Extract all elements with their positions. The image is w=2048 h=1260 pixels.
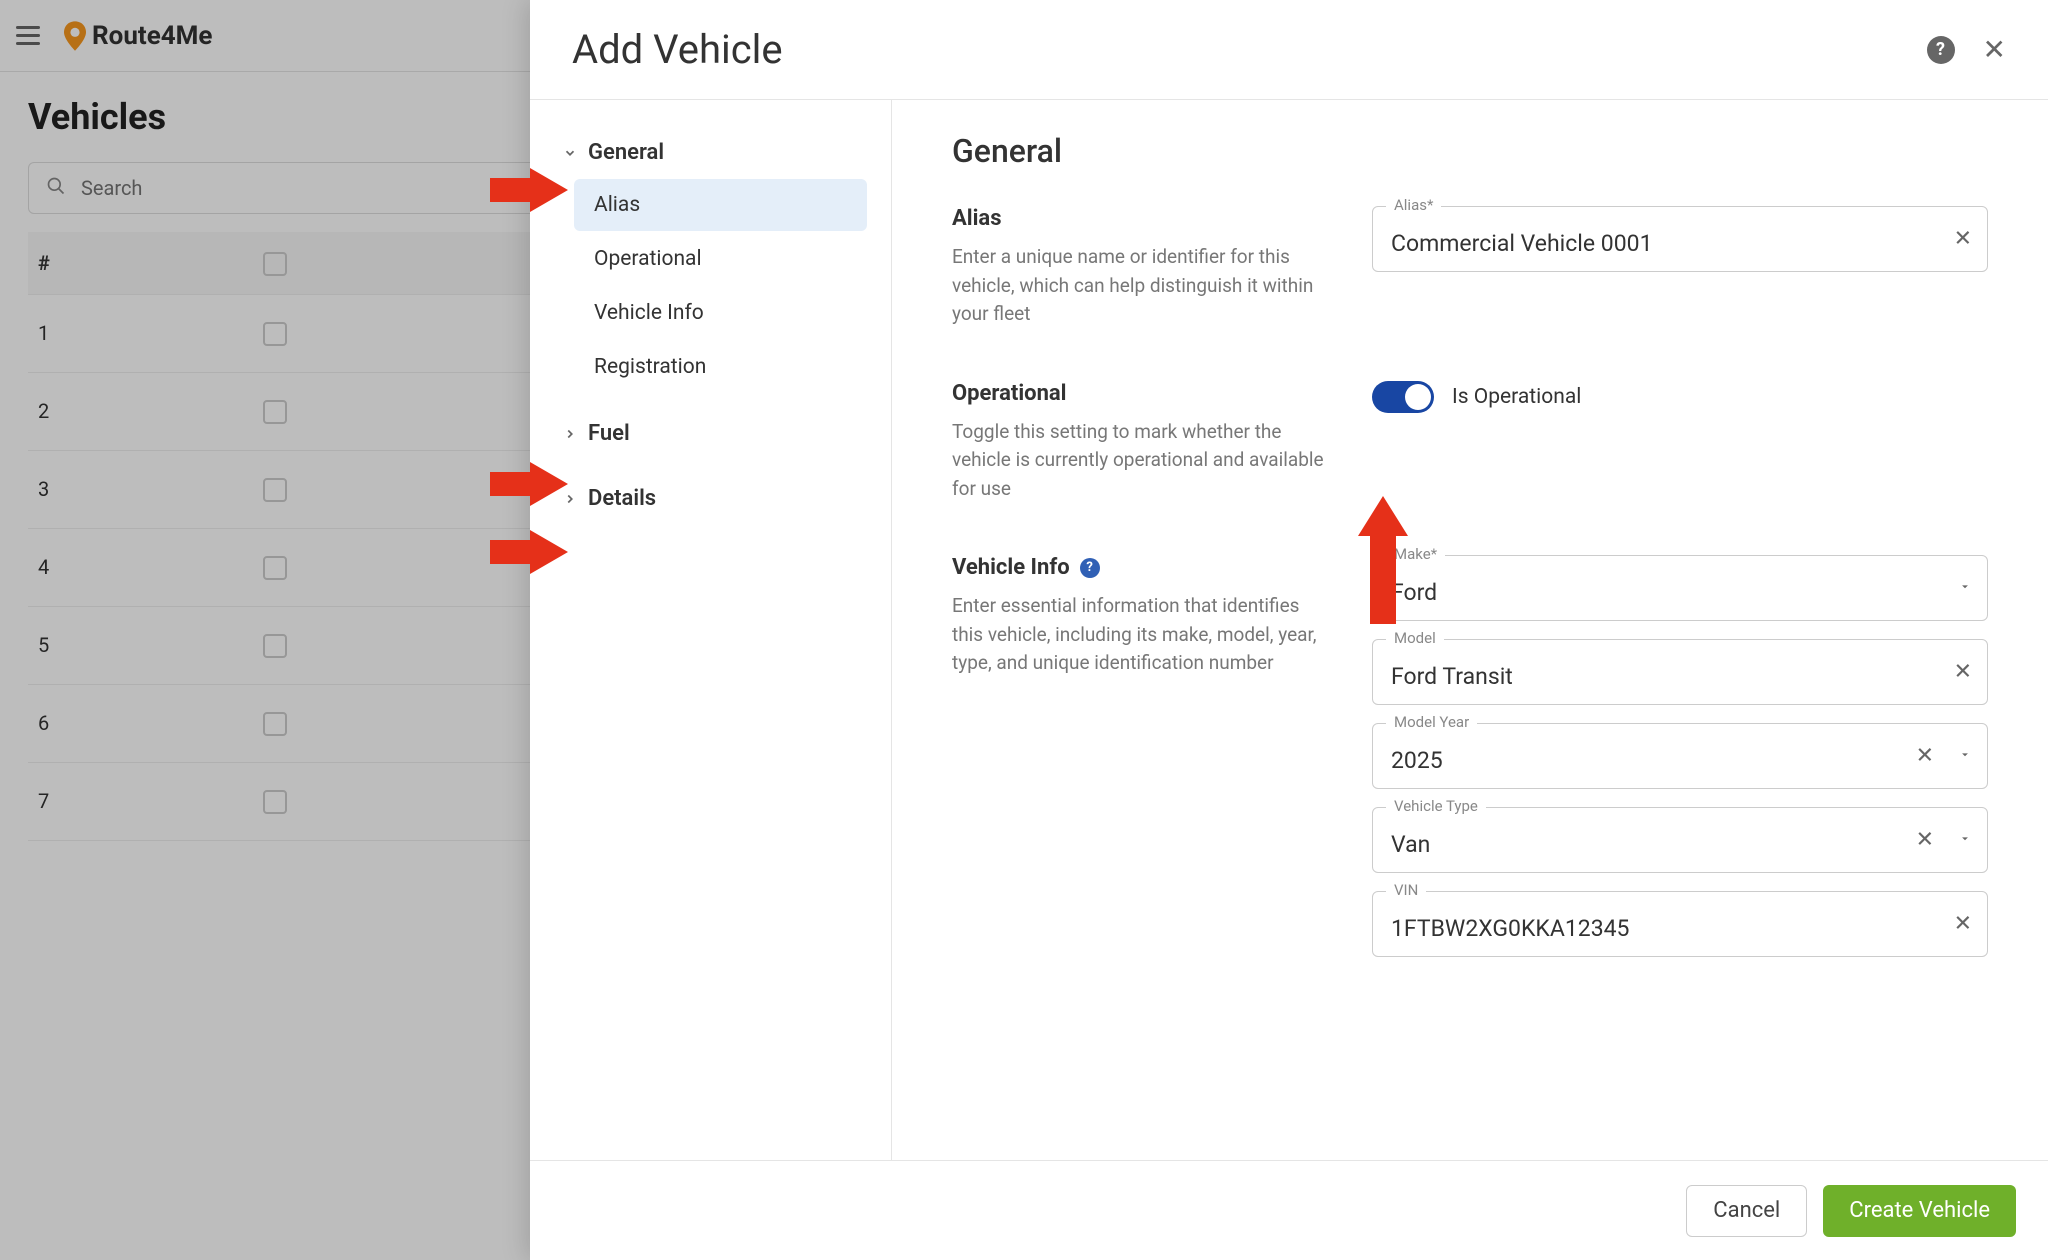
vehicle-info-heading: Vehicle Info ? bbox=[952, 555, 1332, 580]
sidebar-item-registration[interactable]: Registration bbox=[574, 341, 867, 393]
chevron-right-icon bbox=[562, 426, 578, 442]
clear-icon[interactable]: ✕ bbox=[1916, 744, 1934, 769]
annotation-arrow-icon bbox=[490, 530, 568, 574]
model-input[interactable] bbox=[1372, 639, 1988, 705]
sidebar-section-fuel[interactable]: Fuel bbox=[554, 409, 867, 458]
clear-icon[interactable]: ✕ bbox=[1954, 660, 1972, 685]
year-select[interactable]: 2025 bbox=[1372, 723, 1988, 789]
operational-heading: Operational bbox=[952, 381, 1332, 406]
alias-desc: Enter a unique name or identifier for th… bbox=[952, 243, 1332, 329]
type-label: Vehicle Type bbox=[1386, 797, 1486, 815]
model-label: Model bbox=[1386, 629, 1444, 647]
chevron-down-icon bbox=[1958, 831, 1972, 850]
sidebar-section-details[interactable]: Details bbox=[554, 474, 867, 523]
chevron-down-icon bbox=[562, 145, 578, 161]
operational-toggle[interactable] bbox=[1372, 381, 1434, 413]
annotation-arrow-icon bbox=[1358, 496, 1408, 624]
clear-icon[interactable]: ✕ bbox=[1916, 828, 1934, 853]
modal-main: General Alias Enter a unique name or ide… bbox=[892, 100, 2048, 1160]
modal-header: Add Vehicle ? ✕ bbox=[530, 0, 2048, 100]
annotation-arrow-icon bbox=[490, 168, 568, 212]
operational-desc: Toggle this setting to mark whether the … bbox=[952, 418, 1332, 504]
close-icon[interactable]: ✕ bbox=[1983, 33, 2006, 66]
chevron-down-icon bbox=[1958, 747, 1972, 766]
add-vehicle-modal: Add Vehicle ? ✕ General Alias Operationa… bbox=[530, 0, 2048, 1260]
make-select[interactable]: Ford bbox=[1372, 555, 1988, 621]
alias-input[interactable] bbox=[1372, 206, 1988, 272]
chevron-down-icon bbox=[1958, 579, 1972, 598]
help-icon[interactable]: ? bbox=[1927, 36, 1955, 64]
vin-input[interactable] bbox=[1372, 891, 1988, 957]
help-icon[interactable]: ? bbox=[1080, 558, 1100, 578]
sidebar-item-operational[interactable]: Operational bbox=[574, 233, 867, 285]
sidebar-item-vehicle-info[interactable]: Vehicle Info bbox=[574, 287, 867, 339]
create-vehicle-button[interactable]: Create Vehicle bbox=[1823, 1185, 2016, 1237]
vehicle-info-desc: Enter essential information that identif… bbox=[952, 592, 1332, 678]
modal-sidebar: General Alias Operational Vehicle Info R… bbox=[530, 100, 892, 1160]
year-label: Model Year bbox=[1386, 713, 1477, 731]
modal-footer: Cancel Create Vehicle bbox=[530, 1160, 2048, 1260]
type-select[interactable]: Van bbox=[1372, 807, 1988, 873]
clear-icon[interactable]: ✕ bbox=[1954, 227, 1972, 252]
cancel-button[interactable]: Cancel bbox=[1686, 1185, 1807, 1237]
annotation-arrow-icon bbox=[490, 462, 568, 506]
modal-title: Add Vehicle bbox=[572, 26, 783, 73]
operational-toggle-label: Is Operational bbox=[1452, 385, 1581, 409]
sidebar-item-alias[interactable]: Alias bbox=[574, 179, 867, 231]
alias-heading: Alias bbox=[952, 206, 1332, 231]
sidebar-section-general[interactable]: General bbox=[554, 128, 867, 177]
alias-label: Alias* bbox=[1386, 196, 1441, 214]
section-title: General bbox=[952, 132, 1988, 170]
clear-icon[interactable]: ✕ bbox=[1954, 912, 1972, 937]
vin-label: VIN bbox=[1386, 881, 1426, 899]
